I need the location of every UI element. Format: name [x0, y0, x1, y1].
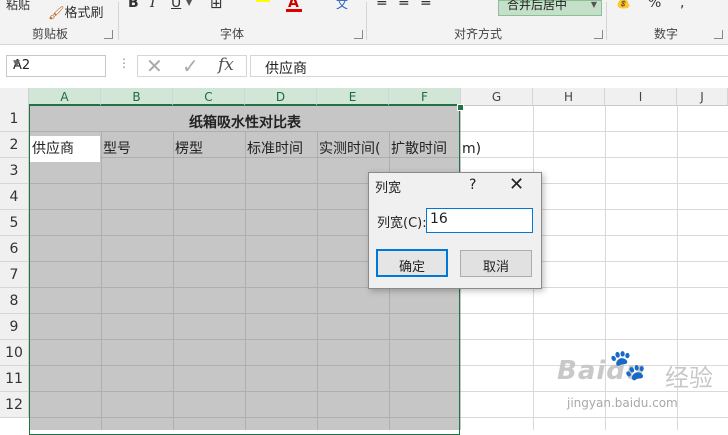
- formula-bar: A2 ▼ ⋮ ✕ ✓ fx 供应商: [0, 50, 728, 82]
- clipboard-launcher-icon[interactable]: [104, 30, 113, 39]
- ok-button[interactable]: 确定: [376, 249, 448, 277]
- watermark-url: jingyan.baidu.com: [567, 396, 678, 410]
- font-color-bar: [286, 9, 302, 12]
- percent-button[interactable]: %: [648, 0, 661, 11]
- column-width-dialog: 列宽 ? ✕ 列宽(C): 16 确定 取消: [368, 172, 542, 289]
- row-header[interactable]: 12: [0, 392, 29, 418]
- paw-icon: 🐾: [609, 348, 647, 383]
- font-launcher-icon[interactable]: [354, 30, 363, 39]
- formula-buttons: ✕ ✓ fx: [137, 54, 247, 78]
- fill-handle[interactable]: [457, 104, 464, 111]
- paste-button[interactable]: 粘贴: [6, 0, 30, 13]
- column-header-e[interactable]: E: [317, 88, 389, 106]
- row-header[interactable]: 5: [0, 210, 29, 236]
- row-header[interactable]: 6: [0, 236, 29, 262]
- row-header[interactable]: 8: [0, 288, 29, 314]
- comma-style-icon[interactable]: ,: [680, 0, 684, 11]
- align-right-icon[interactable]: ≡: [420, 0, 432, 10]
- row-header[interactable]: 11: [0, 366, 29, 392]
- align-left-icon[interactable]: ≡: [376, 0, 388, 10]
- cancel-button-label: 取消: [482, 260, 509, 275]
- confirm-icon[interactable]: ✓: [182, 54, 199, 78]
- cell-g2-overflow[interactable]: m): [462, 136, 502, 162]
- row-header[interactable]: 9: [0, 314, 29, 340]
- row-header[interactable]: 4: [0, 184, 29, 210]
- bold-button[interactable]: B: [128, 0, 139, 11]
- row-header[interactable]: 7: [0, 262, 29, 288]
- underline-dropdown-icon[interactable]: ▼: [186, 0, 192, 7]
- alignment-launcher-icon[interactable]: [594, 30, 603, 39]
- row-header[interactable]: 10: [0, 340, 29, 366]
- cancel-button[interactable]: 取消: [460, 250, 532, 277]
- separator: [366, 2, 367, 40]
- fill-color-icon[interactable]: [256, 0, 270, 2]
- merge-center-button[interactable]: 合并后居中 ▼: [498, 0, 602, 16]
- ok-button-label: 确定: [398, 260, 425, 275]
- chevron-down-icon[interactable]: ▼: [13, 59, 101, 69]
- number-launcher-icon[interactable]: [714, 30, 723, 39]
- column-header-i[interactable]: I: [605, 88, 677, 106]
- phonetic-icon[interactable]: 文: [336, 0, 348, 12]
- alignment-group-label: 对齐方式: [454, 27, 503, 41]
- column-header-f[interactable]: F: [389, 88, 461, 106]
- row-header[interactable]: 3: [0, 158, 29, 184]
- clipboard-group-label: 剪贴板: [32, 27, 69, 41]
- dialog-title: 列宽: [375, 181, 402, 196]
- watermark-cn: 经验: [665, 364, 713, 392]
- help-icon[interactable]: ?: [469, 177, 476, 193]
- column-header-c[interactable]: C: [173, 88, 245, 106]
- column-header-a[interactable]: A: [29, 88, 101, 106]
- column-header-h[interactable]: H: [533, 88, 605, 106]
- row-header[interactable]: 1: [0, 106, 29, 132]
- number-group-label: 数字: [654, 27, 679, 41]
- column-width-label: 列宽(C):: [377, 216, 427, 231]
- separator: [606, 2, 607, 40]
- column-header-d[interactable]: D: [245, 88, 317, 106]
- formula-input[interactable]: 供应商: [250, 55, 728, 77]
- column-width-value: 16: [430, 211, 448, 227]
- cancel-icon[interactable]: ✕: [146, 54, 163, 78]
- currency-icon[interactable]: 💰: [616, 0, 631, 9]
- select-all-corner[interactable]: [0, 88, 29, 107]
- align-center-icon[interactable]: ≡: [398, 0, 410, 10]
- font-group-label: 字体: [220, 27, 245, 41]
- row-header[interactable]: 2: [0, 132, 29, 158]
- insert-function-icon[interactable]: fx: [218, 55, 234, 75]
- separator: [118, 2, 119, 40]
- ribbon: 粘贴 🖌格式刷 剪贴板 B I U ▼ ⊞ A 文 字体 ≡ ≡ ≡ 合并后居中…: [0, 0, 728, 45]
- column-header-g[interactable]: G: [461, 88, 533, 106]
- formula-content: 供应商: [265, 61, 307, 77]
- more-options-icon[interactable]: ⋮: [118, 56, 130, 70]
- name-box[interactable]: A2 ▼: [6, 55, 106, 77]
- border-icon[interactable]: ⊞: [210, 0, 223, 12]
- underline-button[interactable]: U: [171, 0, 181, 11]
- column-width-input[interactable]: 16: [426, 208, 533, 233]
- format-painter-button[interactable]: 🖌格式刷: [48, 2, 104, 21]
- baidu-watermark: Baidu 🐾 经验 jingyan.baidu.com: [555, 348, 725, 430]
- italic-button[interactable]: I: [150, 0, 156, 11]
- paintbrush-icon: 🖌: [48, 6, 65, 21]
- column-header-b[interactable]: B: [101, 88, 173, 106]
- column-header-j[interactable]: J: [677, 88, 728, 106]
- close-icon[interactable]: ✕: [509, 174, 524, 195]
